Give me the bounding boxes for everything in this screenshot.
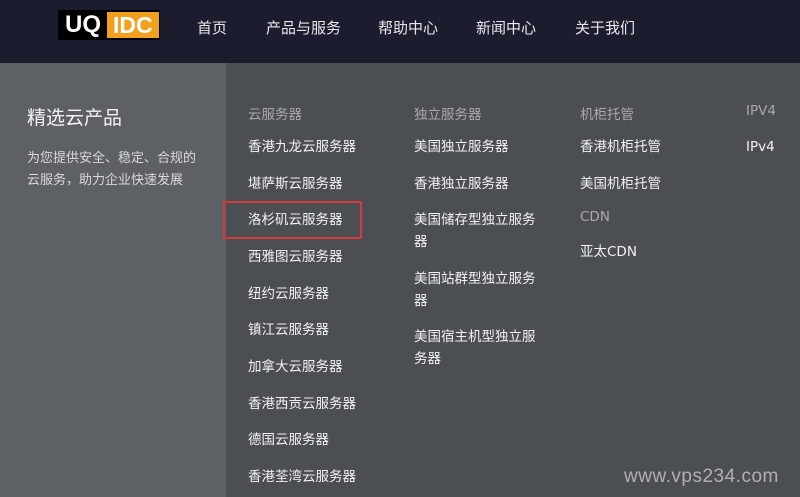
menu-item-new-york-cloud[interactable]: 纽约云服务器 xyxy=(248,283,329,305)
uqidc-logo[interactable]: UQ IDC xyxy=(58,10,160,40)
side-title: 精选云产品 xyxy=(27,107,123,129)
category-cdn: CDN xyxy=(580,209,610,225)
menu-item-ipv4[interactable]: IPv4 xyxy=(746,136,775,158)
menu-item-us-sitegroup-dedicated[interactable]: 美国站群型独立服务器 xyxy=(414,268,542,312)
menu-item-hk-dedicated[interactable]: 香港独立服务器 xyxy=(414,173,509,195)
menu-item-zhenjiang-cloud[interactable]: 镇江云服务器 xyxy=(248,319,329,341)
menu-item-hk-kowloon-cloud[interactable]: 香港九龙云服务器 xyxy=(248,136,356,158)
logo-idc: IDC xyxy=(107,12,159,38)
menu-item-kansas-cloud[interactable]: 堪萨斯云服务器 xyxy=(248,173,343,195)
category-cloud: 云服务器 xyxy=(248,107,302,123)
category-ipv4: IPV4 xyxy=(746,103,776,119)
nav-help[interactable]: 帮助中心 xyxy=(378,17,438,38)
nav-about[interactable]: 关于我们 xyxy=(575,17,635,38)
nav-news[interactable]: 新闻中心 xyxy=(476,17,536,38)
side-description: 为您提供安全、稳定、合规的云服务，助力企业快速发展 xyxy=(27,151,197,188)
menu-item-hk-colocation[interactable]: 香港机柜托管 xyxy=(580,136,661,158)
menu-item-apac-cdn[interactable]: 亚太CDN xyxy=(580,241,637,263)
nav-home[interactable]: 首页 xyxy=(197,17,227,38)
nav-products[interactable]: 产品与服务 xyxy=(266,17,341,38)
menu-item-hk-saikung-cloud[interactable]: 香港西贡云服务器 xyxy=(248,393,356,415)
menu-item-us-colocation[interactable]: 美国机柜托管 xyxy=(580,173,661,195)
logo-uq: UQ xyxy=(65,11,101,38)
menu-item-hk-tsuenwan-cloud[interactable]: 香港荃湾云服务器 xyxy=(248,466,356,488)
category-dedicated: 独立服务器 xyxy=(414,107,482,123)
menu-item-us-dedicated[interactable]: 美国独立服务器 xyxy=(414,136,509,158)
watermark-text: www.vps234.com xyxy=(624,466,779,487)
top-navbar: UQ IDC 首页 产品与服务 帮助中心 新闻中心 关于我们 xyxy=(0,0,800,63)
menu-item-us-storage-dedicated[interactable]: 美国储存型独立服务器 xyxy=(414,209,542,253)
menu-item-seattle-cloud[interactable]: 西雅图云服务器 xyxy=(248,246,343,268)
menu-item-us-host-dedicated[interactable]: 美国宿主机型独立服务器 xyxy=(414,326,542,370)
menu-item-canada-cloud[interactable]: 加拿大云服务器 xyxy=(248,356,343,378)
category-colocation: 机柜托管 xyxy=(580,107,634,123)
menu-item-germany-cloud[interactable]: 德国云服务器 xyxy=(248,429,329,451)
highlight-annotation-box xyxy=(223,201,362,239)
